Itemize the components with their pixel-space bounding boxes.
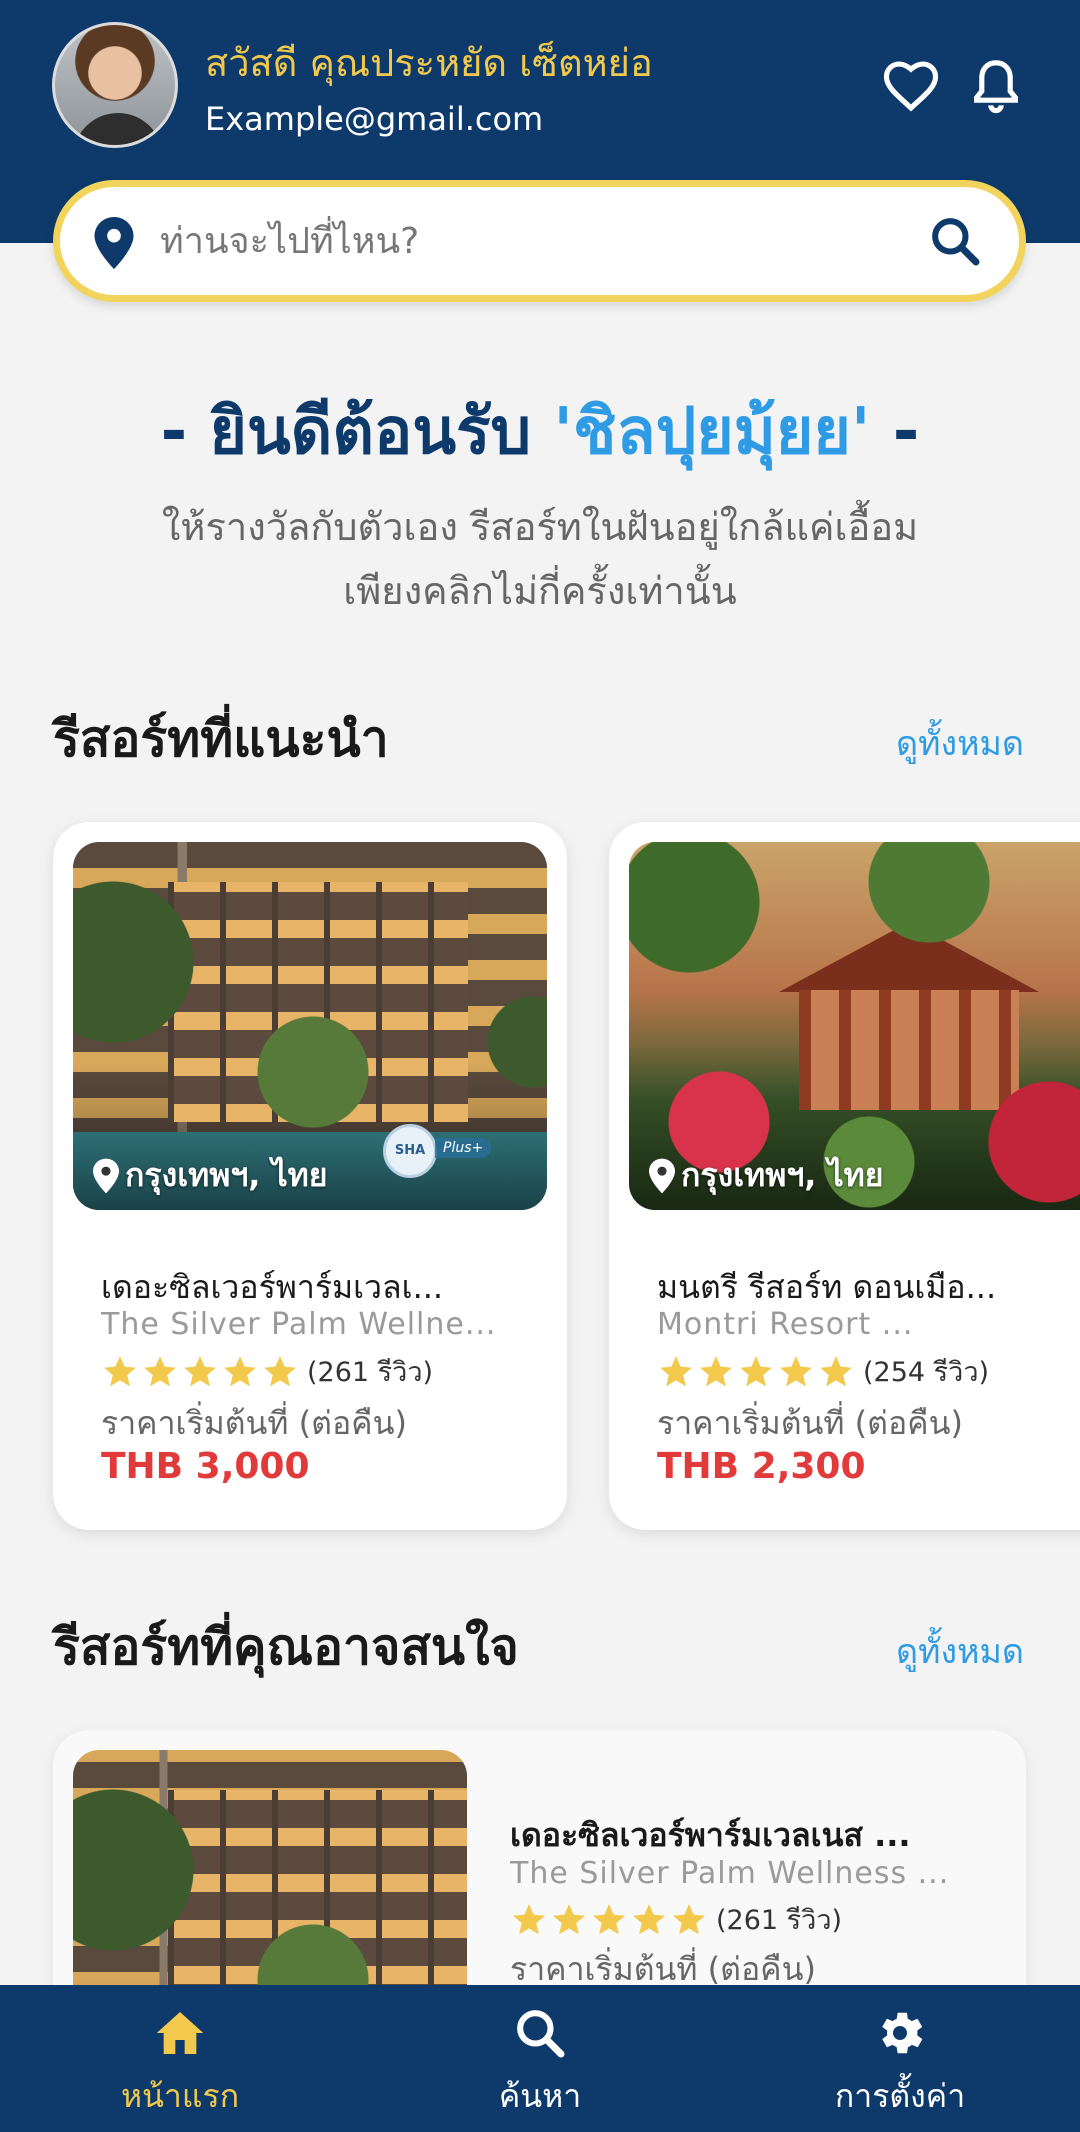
sha-badge: SHA (383, 1124, 437, 1178)
brand-name: 'ชิลปุยมุ้ยย' (553, 395, 871, 469)
interested-see-all-link[interactable]: ดูทั้งหมด (896, 1624, 1024, 1678)
nav-search[interactable]: ค้นหา (400, 1985, 680, 2132)
star-icon (144, 1355, 176, 1386)
search-icon[interactable] (927, 213, 983, 269)
nav-home-label: หน้าแรก (120, 2077, 240, 2115)
star-icon (673, 1903, 705, 1934)
user-email: Example@gmail.com (205, 100, 544, 138)
star-icon (264, 1355, 296, 1386)
card-location: กรุงเทพฯ, ไทย (93, 1150, 328, 1201)
subtitle-line-2: เพียงคลิกไม่กี่ครั้งเท่านั้น (343, 569, 737, 613)
avatar[interactable] (52, 22, 178, 148)
location-pin-icon (649, 1158, 675, 1193)
search-icon (517, 2010, 565, 2058)
location-pin-icon (93, 1158, 119, 1193)
price-value: THB 3,000 (101, 1446, 310, 1487)
star-icon (513, 1903, 545, 1934)
star-icon (740, 1355, 772, 1386)
resort-name-en: Montri Resort ... (657, 1307, 914, 1342)
star-icon (820, 1355, 852, 1386)
star-icon (224, 1355, 256, 1386)
heart-icon[interactable] (880, 55, 942, 117)
rating-stars: (261 รีวิว) (101, 1350, 433, 1393)
resort-name: มนตรี รีสอร์ท ดอนเมือ... (657, 1268, 997, 1306)
star-icon (660, 1355, 692, 1386)
resort-name-en: The Silver Palm Wellne... (101, 1307, 497, 1342)
nav-search-label: ค้นหา (498, 2077, 582, 2115)
price-label: ราคาเริ่มต้นที่ (ต่อคืน) (101, 1404, 407, 1442)
star-icon (780, 1355, 812, 1386)
nav-settings[interactable]: การตั้งค่า (760, 1985, 1040, 2132)
bell-icon[interactable] (965, 55, 1027, 117)
star-icon (553, 1903, 585, 1934)
welcome-suffix: - (870, 395, 920, 469)
gear-icon (882, 2012, 923, 2054)
nav-settings-label: การตั้งค่า (834, 2077, 966, 2115)
star-icon (633, 1903, 665, 1934)
home-icon (156, 2012, 204, 2054)
subtitle-line-1: ให้รางวัลกับตัวเอง รีสอร์ทในฝันอยู่ใกล้แ… (161, 505, 919, 549)
location-pin-icon (94, 217, 134, 269)
resort-name: เดอะซิลเวอร์พาร์มเวลเนส ... (510, 1816, 911, 1854)
resort-name-en: The Silver Palm Wellness ... (510, 1856, 950, 1891)
interested-title: รีสอร์ทที่คุณอาจสนใจ (53, 1618, 519, 1676)
resort-photo: กรุงเทพฯ, ไทย (629, 842, 1080, 1210)
welcome-heading: - ยินดีต้อนรับ 'ชิลปุยมุ้ยย' - (0, 380, 1080, 482)
nav-home[interactable]: หน้าแรก (40, 1985, 320, 2132)
resort-card[interactable]: กรุงเทพฯ, ไทย มนตรี รีสอร์ท ดอนเมือ... M… (609, 822, 1080, 1530)
star-icon (184, 1355, 216, 1386)
resort-card[interactable]: SHA Plus+ กรุงเทพฯ, ไทย เดอะซิลเวอร์พาร์… (53, 822, 567, 1530)
welcome-prefix: - ยินดีต้อนรับ (160, 395, 554, 469)
rating-stars: (261 รีวิว) (510, 1898, 842, 1941)
location-label: กรุงเทพฯ, ไทย (681, 1156, 884, 1194)
sha-plus-badge: Plus+ (435, 1138, 492, 1158)
star-icon (104, 1355, 136, 1386)
rating-stars: (254 รีวิว) (657, 1350, 989, 1393)
star-icon (700, 1355, 732, 1386)
star-icon (593, 1903, 625, 1934)
bottom-nav: หน้าแรก ค้นหา การตั้งค่า (0, 1985, 1080, 2132)
location-label: กรุงเทพฯ, ไทย (125, 1156, 328, 1194)
price-value: THB 2,300 (657, 1446, 866, 1487)
recommended-title: รีสอร์ทที่แนะนำ (53, 710, 389, 768)
review-count: (261 รีวิว) (307, 1357, 434, 1388)
recommended-see-all-link[interactable]: ดูทั้งหมด (896, 716, 1024, 770)
search-input[interactable] (160, 211, 920, 271)
resort-photo: SHA Plus+ กรุงเทพฯ, ไทย (73, 842, 547, 1210)
card-location: กรุงเทพฯ, ไทย (649, 1150, 884, 1201)
search-bar[interactable] (53, 180, 1026, 302)
review-count: (254 รีวิว) (863, 1357, 990, 1388)
app-root: สวัสดี คุณประหยัด เซ็ตหย่อ Example@gmail… (0, 0, 1080, 2132)
price-label: ราคาเริ่มต้นที่ (ต่อคืน) (657, 1404, 963, 1442)
greeting-text: สวัสดี คุณประหยัด เซ็ตหย่อ (205, 41, 653, 85)
resort-name: เดอะซิลเวอร์พาร์มเวลเ... (101, 1268, 444, 1306)
review-count: (261 รีวิว) (716, 1905, 843, 1936)
welcome-subtitle: ให้รางวัลกับตัวเอง รีสอร์ทในฝันอยู่ใกล้แ… (60, 495, 1020, 623)
